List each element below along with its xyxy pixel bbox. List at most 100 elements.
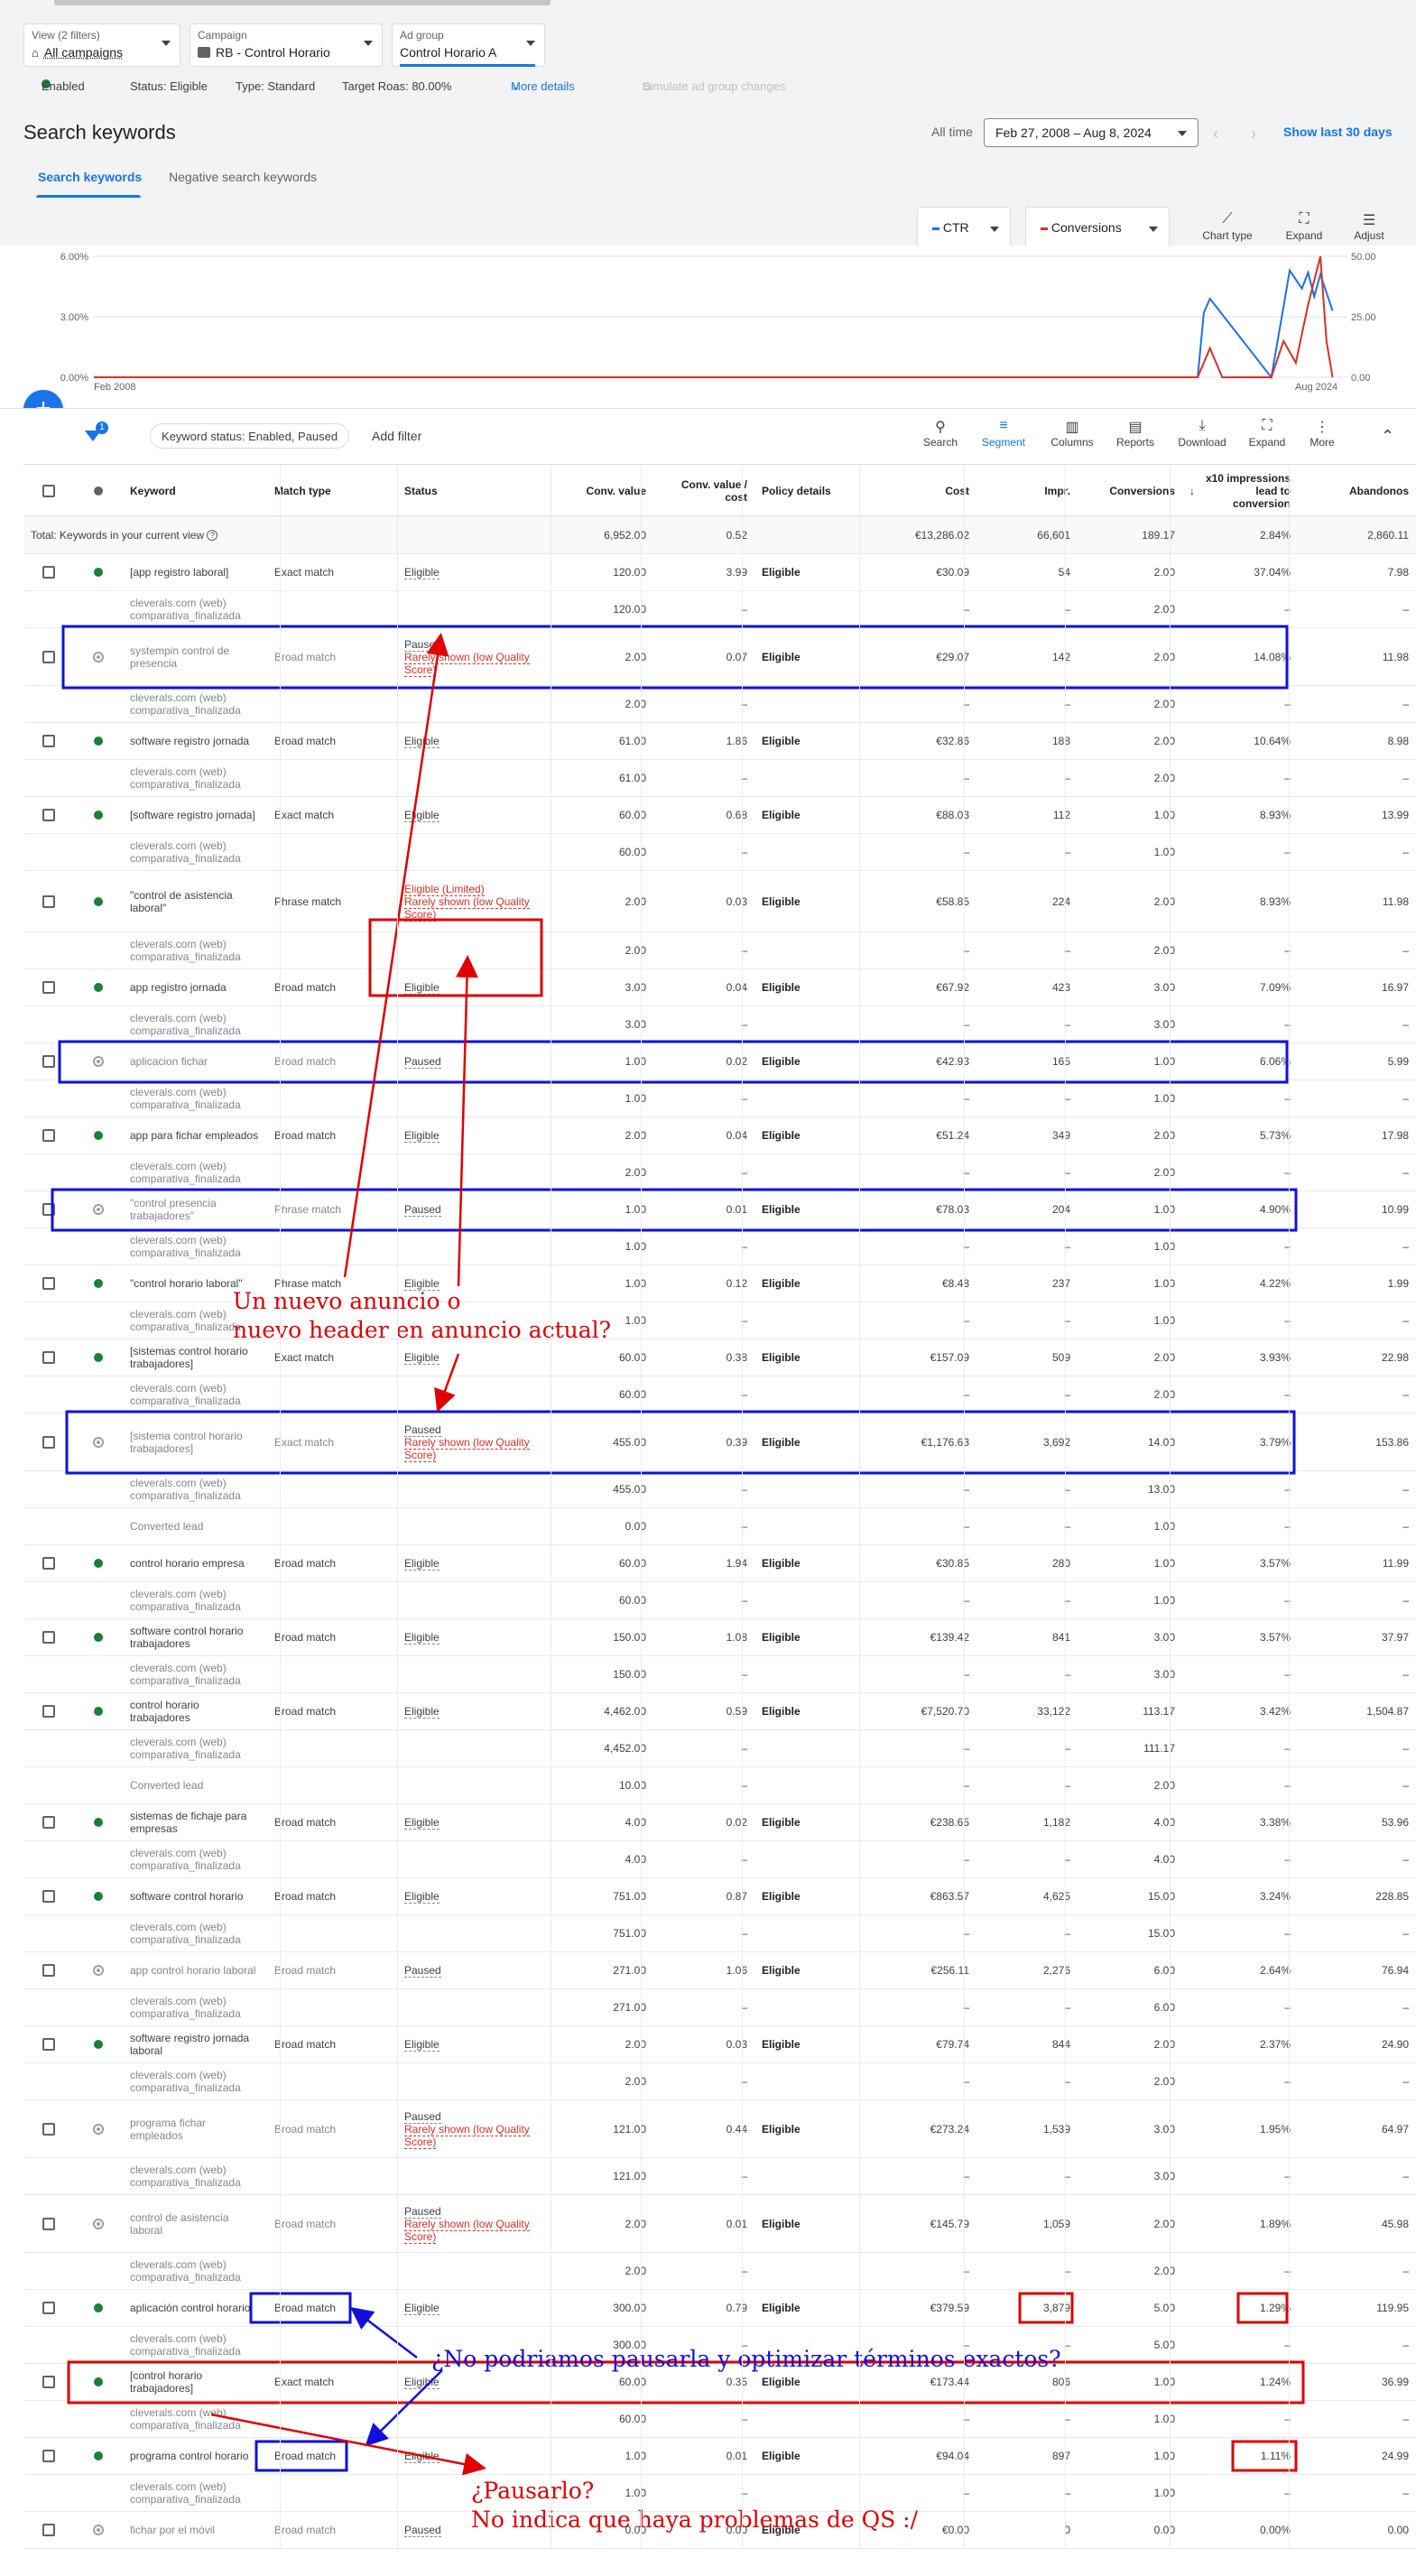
row-status-toggle[interactable] bbox=[74, 1043, 123, 1080]
keyword-row[interactable]: aplicacion fichar Broad match Paused Eligib… bbox=[23, 1043, 1416, 1080]
keyword-row[interactable]: [sistemas control horario trabajadores] E… bbox=[23, 1339, 1416, 1376]
keyword-row[interactable]: software registro jornada Broad match Elig… bbox=[23, 723, 1416, 760]
tab-negative-keywords[interactable]: Negative search keywords bbox=[169, 170, 317, 184]
keyword-row[interactable]: control de asistencia laboral Broad match… bbox=[23, 2195, 1416, 2253]
row-checkbox[interactable] bbox=[23, 1339, 74, 1376]
status-text[interactable]: Rarely shown (low Quality Score) bbox=[404, 1435, 543, 1462]
row-checkbox[interactable] bbox=[23, 1413, 74, 1470]
keyword-text[interactable]: control horario trabajadores bbox=[123, 1693, 267, 1729]
keyword-text[interactable]: aplicacion fichar bbox=[123, 1043, 267, 1080]
prev-period-icon[interactable]: ‹ bbox=[1213, 125, 1218, 144]
chart-expand-button[interactable]: ⛶ Expand bbox=[1282, 211, 1327, 242]
row-status-toggle[interactable] bbox=[74, 1413, 123, 1470]
row-checkbox[interactable] bbox=[23, 1952, 74, 1988]
row-checkbox[interactable] bbox=[23, 969, 74, 1005]
row-checkbox[interactable] bbox=[23, 1545, 74, 1581]
status-text[interactable]: Eligible bbox=[404, 809, 440, 822]
keyword-text[interactable]: software registro jornada laboral bbox=[123, 2026, 267, 2062]
row-status-toggle[interactable] bbox=[74, 723, 123, 759]
row-checkbox[interactable] bbox=[23, 2195, 74, 2252]
keyword-row[interactable]: app para fichar empleados Broad match Elig… bbox=[23, 1117, 1416, 1154]
column-header-keyword[interactable]: Keyword bbox=[123, 465, 267, 517]
status-column-header[interactable] bbox=[74, 465, 123, 517]
status-text[interactable]: Eligible bbox=[404, 1705, 440, 1719]
status-text[interactable]: Eligible bbox=[404, 1631, 440, 1645]
column-header-conv-value-cost[interactable]: Conv. value / cost bbox=[653, 465, 754, 517]
add-filter-button[interactable]: Add filter bbox=[372, 429, 421, 443]
status-text[interactable]: Paused bbox=[404, 1203, 441, 1217]
keyword-row[interactable]: control horario empresa Broad match Eligib… bbox=[23, 1545, 1416, 1582]
column-header-impressions-rate[interactable]: ↓ x10 impressions lead to conversion bbox=[1182, 465, 1298, 517]
keyword-row[interactable]: "control de asistencia laboral" Phrase ma… bbox=[23, 871, 1416, 932]
keyword-text[interactable]: systempin control de presencia bbox=[123, 628, 267, 685]
row-checkbox[interactable] bbox=[23, 1265, 74, 1302]
more-tool-button[interactable]: ⋮ More bbox=[1300, 418, 1345, 449]
row-checkbox[interactable] bbox=[23, 2364, 74, 2400]
show-last-30-days-link[interactable]: Show last 30 days bbox=[1283, 125, 1393, 139]
keyword-row[interactable]: sistemas de fichaje para empresas Broad m… bbox=[23, 1804, 1416, 1841]
row-checkbox[interactable] bbox=[23, 1117, 74, 1154]
row-checkbox[interactable] bbox=[23, 2512, 74, 2548]
status-text[interactable]: Eligible bbox=[404, 2450, 440, 2463]
keyword-text[interactable]: programa fichar empleados bbox=[123, 2100, 267, 2157]
row-status-toggle[interactable] bbox=[74, 628, 123, 685]
metric2-selector[interactable]: Conversions bbox=[1025, 207, 1170, 250]
keyword-text[interactable]: "control de asistencia laboral" bbox=[123, 871, 267, 931]
keyword-row[interactable]: software control horario Broad match Eligi… bbox=[23, 1878, 1416, 1915]
column-header-cost[interactable]: Cost bbox=[868, 465, 976, 517]
download-tool-button[interactable]: ⤓ Download bbox=[1175, 418, 1229, 449]
status-text[interactable]: Eligible bbox=[404, 1557, 440, 1571]
row-status-toggle[interactable] bbox=[74, 1191, 123, 1228]
keyword-row[interactable]: control horario trabajadores Broad match E… bbox=[23, 1693, 1416, 1730]
keyword-status-filter-chip[interactable]: Keyword status: Enabled, Paused bbox=[150, 423, 350, 449]
keyword-text[interactable]: software registro jornada bbox=[123, 723, 267, 759]
status-text[interactable]: Paused bbox=[404, 2109, 441, 2124]
keyword-text[interactable]: [software registro jornada] bbox=[123, 797, 267, 833]
tab-search-keywords[interactable]: Search keywords bbox=[38, 170, 142, 184]
row-checkbox[interactable] bbox=[23, 1878, 74, 1914]
status-text[interactable]: Eligible bbox=[404, 2038, 440, 2052]
adgroup-selector[interactable]: Ad group Control Horario A bbox=[392, 23, 545, 67]
keyword-row[interactable]: app registro jornada Broad match Eligible E… bbox=[23, 969, 1416, 1006]
row-checkbox[interactable] bbox=[23, 797, 74, 833]
keyword-row[interactable]: software registro jornada laboral Broad m… bbox=[23, 2026, 1416, 2063]
column-header-impr[interactable]: Impr. bbox=[976, 465, 1078, 517]
row-checkbox[interactable] bbox=[23, 723, 74, 759]
status-text[interactable]: Eligible bbox=[404, 1816, 440, 1830]
column-header-conv-value[interactable]: Conv. value bbox=[551, 465, 653, 517]
row-status-toggle[interactable] bbox=[74, 871, 123, 931]
next-period-icon[interactable]: › bbox=[1251, 125, 1256, 144]
keyword-row[interactable]: systempin control de presencia Broad matc… bbox=[23, 628, 1416, 686]
status-text[interactable]: Paused bbox=[404, 2204, 441, 2219]
status-text[interactable]: Paused bbox=[404, 1422, 441, 1437]
keyword-row[interactable]: app control horario laboral Broad match Pa… bbox=[23, 1952, 1416, 1989]
collapse-icon[interactable]: ⌃ bbox=[1381, 427, 1394, 446]
status-text[interactable]: Rarely shown (low Quality Score) bbox=[404, 894, 543, 922]
row-status-toggle[interactable] bbox=[74, 1545, 123, 1581]
row-status-toggle[interactable] bbox=[74, 797, 123, 833]
expand-tool-button[interactable]: ⛶ Expand bbox=[1242, 418, 1292, 449]
keyword-text[interactable]: control de asistencia laboral bbox=[123, 2195, 267, 2252]
row-status-toggle[interactable] bbox=[74, 1693, 123, 1729]
view-selector[interactable]: View (2 filters) ⌂ All campaigns bbox=[23, 23, 180, 67]
status-text[interactable]: Eligible bbox=[404, 1351, 440, 1365]
keyword-row[interactable]: [software registro jornada] Exact match El… bbox=[23, 797, 1416, 834]
row-checkbox[interactable] bbox=[23, 2100, 74, 2157]
row-checkbox[interactable] bbox=[23, 1804, 74, 1840]
status-text[interactable]: Eligible bbox=[404, 981, 440, 995]
chart-adjust-button[interactable]: ☰ Adjust bbox=[1347, 211, 1392, 242]
status-text[interactable]: Rarely shown (low Quality Score) bbox=[404, 650, 543, 677]
campaign-selector[interactable]: Campaign RB - Control Horario bbox=[190, 23, 383, 67]
keyword-row[interactable]: programa control horario Broad match Eligi… bbox=[23, 2438, 1416, 2475]
search-tool-button[interactable]: ⚲ Search bbox=[922, 418, 958, 449]
row-status-toggle[interactable] bbox=[74, 1339, 123, 1376]
row-checkbox[interactable] bbox=[23, 1191, 74, 1228]
status-text[interactable]: Eligible bbox=[404, 2302, 440, 2315]
keyword-text[interactable]: software control horario bbox=[123, 1878, 267, 1914]
row-status-toggle[interactable] bbox=[74, 1619, 123, 1655]
chart-type-button[interactable]: ⟋ Chart type bbox=[1199, 211, 1256, 242]
status-text[interactable]: Eligible bbox=[404, 2376, 440, 2389]
row-status-toggle[interactable] bbox=[74, 2100, 123, 2157]
row-checkbox[interactable] bbox=[23, 628, 74, 685]
filter-button[interactable]: 1 bbox=[83, 422, 108, 447]
